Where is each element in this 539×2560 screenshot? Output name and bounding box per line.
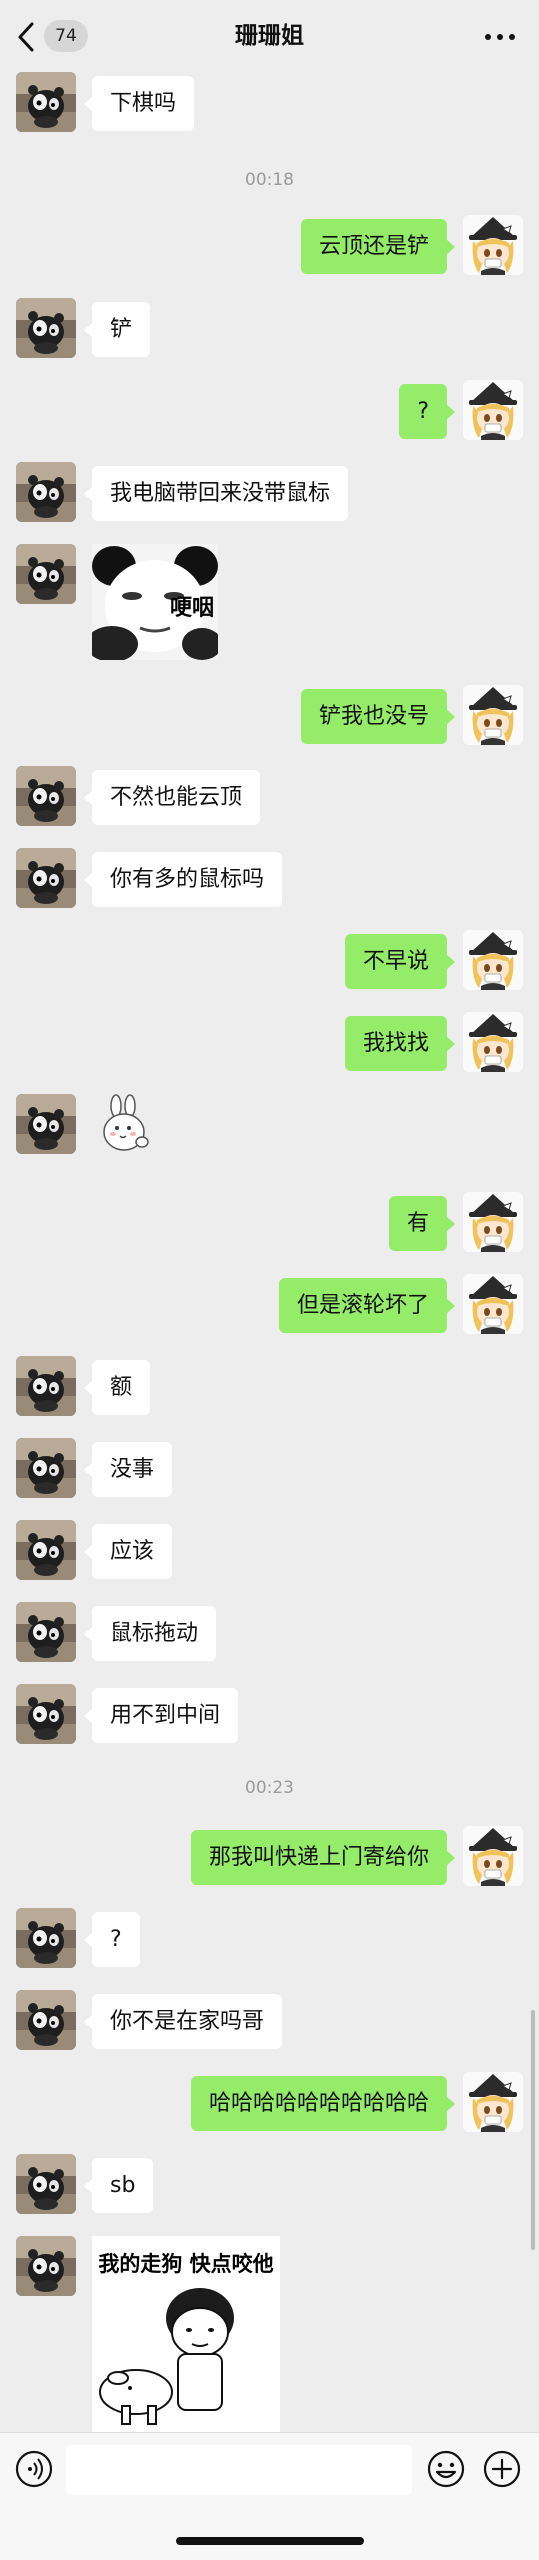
rabbit-sticker[interactable] <box>96 1094 156 1158</box>
incoming-message-bubble[interactable]: ? <box>84 1912 140 1967</box>
chat-header: 74 珊珊姐 <box>0 0 539 74</box>
contact-avatar[interactable] <box>16 1908 76 1968</box>
emoji-icon[interactable] <box>426 2449 466 2489</box>
outgoing-message-bubble[interactable]: ? <box>399 384 455 439</box>
sticker-caption: 我的走狗 快点咬他 <box>98 2252 274 2276</box>
my-avatar[interactable] <box>463 685 523 745</box>
dog-meme-sticker[interactable]: 我的走狗 快点咬他 <box>92 2236 280 2432</box>
add-icon[interactable] <box>482 2449 522 2489</box>
my-avatar[interactable] <box>463 1826 523 1886</box>
outgoing-message-bubble[interactable]: 有 <box>388 1196 456 1251</box>
home-indicator <box>176 2537 364 2545</box>
incoming-message-bubble[interactable]: 铲 <box>83 302 151 357</box>
more-options-icon[interactable] <box>485 34 515 42</box>
my-avatar[interactable] <box>463 215 523 275</box>
contact-avatar[interactable] <box>16 1602 76 1662</box>
my-avatar[interactable] <box>463 1274 523 1334</box>
my-avatar[interactable] <box>463 380 523 440</box>
contact-avatar[interactable] <box>16 544 76 604</box>
incoming-message-bubble[interactable]: 你有多的鼠标吗 <box>83 852 283 907</box>
contact-avatar[interactable] <box>16 1990 76 2050</box>
incoming-message-bubble[interactable]: 不然也能云顶 <box>83 770 261 825</box>
sticker-caption: 哽咽 <box>170 596 215 621</box>
my-avatar[interactable] <box>463 2072 523 2132</box>
contact-avatar[interactable] <box>16 2154 76 2214</box>
timestamp: 00:23 <box>245 1778 294 1798</box>
incoming-message-bubble[interactable]: 你不是在家吗哥 <box>83 1994 283 2049</box>
incoming-message-bubble[interactable]: sb <box>83 2158 154 2213</box>
contact-avatar[interactable] <box>16 462 76 522</box>
contact-avatar[interactable] <box>16 766 76 826</box>
incoming-message-bubble[interactable]: 鼠标拖动 <box>83 1606 217 1661</box>
my-avatar[interactable] <box>463 1192 523 1252</box>
outgoing-message-bubble[interactable]: 铲我也没号 <box>300 689 456 744</box>
outgoing-message-bubble[interactable]: 云顶还是铲 <box>300 219 456 274</box>
outgoing-message-bubble[interactable]: 哈哈哈哈哈哈哈哈哈哈 <box>190 2076 456 2131</box>
my-avatar[interactable] <box>463 930 523 990</box>
message-input[interactable] <box>66 2445 412 2495</box>
scrollbar[interactable] <box>531 2010 535 2250</box>
incoming-message-bubble[interactable]: 额 <box>83 1360 151 1415</box>
incoming-message-bubble[interactable]: 应该 <box>83 1524 173 1579</box>
outgoing-message-bubble[interactable]: 我找找 <box>344 1016 456 1071</box>
outgoing-message-bubble[interactable]: 不早说 <box>344 934 456 989</box>
meme-figure-image <box>99 2288 234 2425</box>
contact-avatar[interactable] <box>16 848 76 908</box>
contact-avatar[interactable] <box>16 1684 76 1744</box>
contact-avatar[interactable] <box>16 298 76 358</box>
contact-avatar[interactable] <box>16 1520 76 1580</box>
incoming-message-bubble[interactable]: 我电脑带回来没带鼠标 <box>83 466 349 521</box>
contact-avatar[interactable] <box>16 1438 76 1498</box>
outgoing-message-bubble[interactable]: 但是滚轮坏了 <box>278 1278 456 1333</box>
chat-title: 珊珊姐 <box>235 23 304 49</box>
contact-avatar[interactable] <box>16 1094 76 1154</box>
outgoing-message-bubble[interactable]: 那我叫快递上门寄给你 <box>190 1830 456 1885</box>
contact-avatar[interactable] <box>16 1356 76 1416</box>
voice-icon[interactable] <box>14 2449 54 2489</box>
contact-avatar[interactable] <box>16 72 76 132</box>
contact-avatar[interactable] <box>16 2236 76 2296</box>
panda-sticker[interactable]: 哽咽 <box>92 544 218 660</box>
timestamp: 00:18 <box>245 170 294 190</box>
my-avatar[interactable] <box>463 1012 523 1072</box>
incoming-message-bubble[interactable]: 没事 <box>83 1442 173 1497</box>
incoming-message-bubble[interactable]: 下棋吗 <box>83 76 195 131</box>
incoming-message-bubble[interactable]: 用不到中间 <box>83 1688 239 1743</box>
